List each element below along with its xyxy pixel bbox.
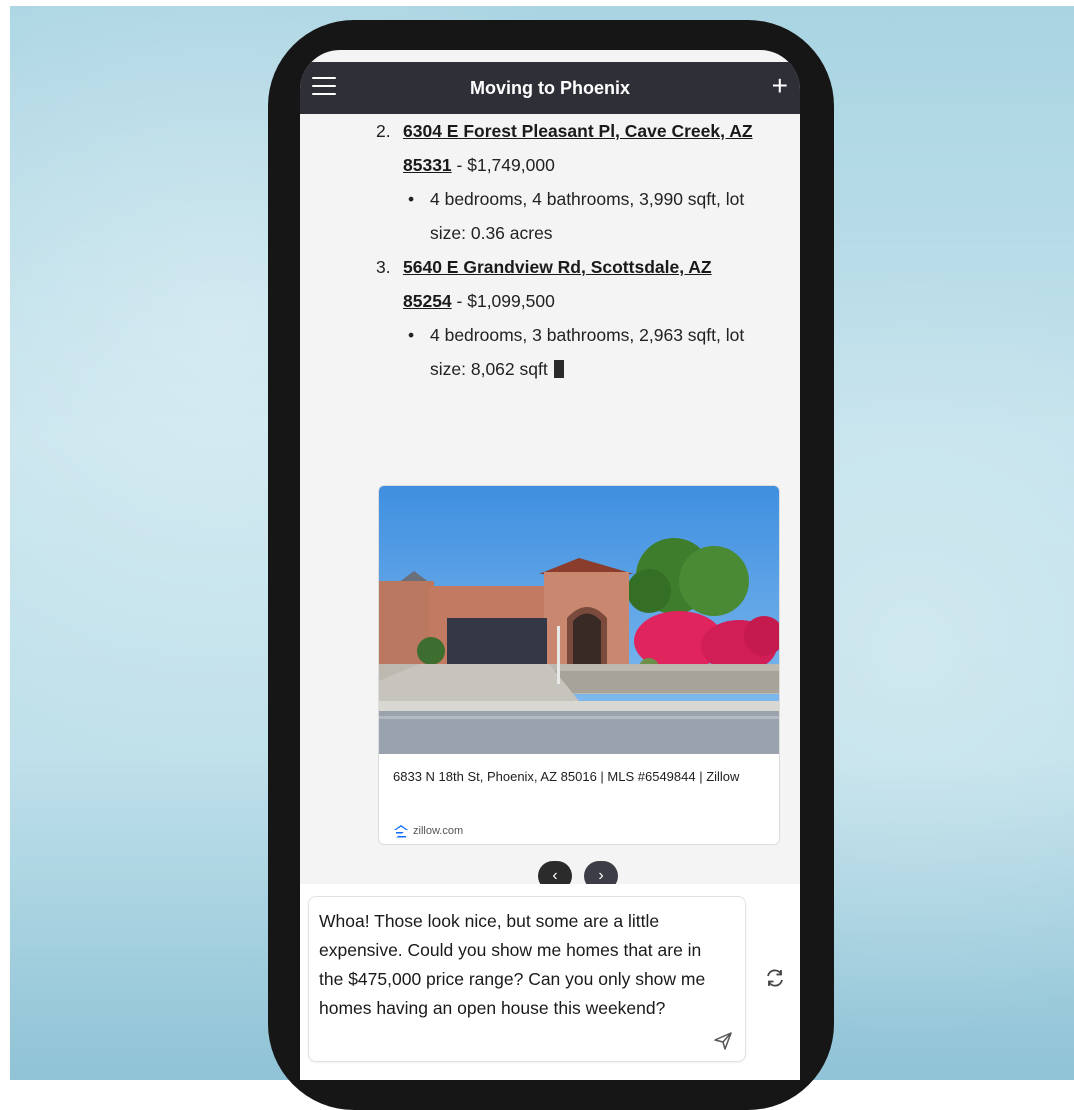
send-icon[interactable] (713, 1031, 733, 1051)
listing-address-link[interactable]: 5640 E Grandview Rd, Scottsdale, AZ (403, 257, 712, 277)
list-item-cont: 85254 - $1,099,500 (376, 284, 776, 318)
composer: Whoa! Those look nice, but some are a li… (300, 884, 800, 1080)
house-photo (379, 486, 779, 754)
listing-card[interactable]: 6833 N 18th St, Phoenix, AZ 85016 | MLS … (378, 485, 780, 845)
message-input-text[interactable]: Whoa! Those look nice, but some are a li… (319, 907, 719, 1023)
message-input[interactable]: Whoa! Those look nice, but some are a li… (308, 896, 746, 1062)
list-item-cont: 85331 - $1,749,000 (376, 148, 776, 182)
details-line: 4 bedrooms, 3 bathrooms, 2,963 sqft, lot (430, 325, 745, 345)
bullet-dot: • (408, 189, 415, 209)
zillow-logo-icon (394, 825, 408, 838)
listing-address-link[interactable]: 6304 E Forest Pleasant Pl, Cave Creek, A… (403, 121, 753, 141)
chat-messages: 2. 6304 E Forest Pleasant Pl, Cave Creek… (300, 114, 800, 934)
phone-screen: Moving to Phoenix + 2. 6304 E Forest Ple… (300, 50, 800, 1080)
typing-cursor (553, 360, 564, 378)
refresh-icon[interactable] (764, 967, 786, 989)
plus-icon[interactable]: + (772, 72, 788, 100)
list-item: 2. 6304 E Forest Pleasant Pl, Cave Creek… (376, 114, 776, 148)
details-line: size: 0.36 acres (430, 223, 553, 243)
details-line: 4 bedrooms, 4 bathrooms, 3,990 sqft, lot (430, 189, 745, 209)
listing-details-cont: size: 8,062 sqft (408, 352, 780, 386)
listing-price: - $1,099,500 (451, 291, 555, 311)
list-number: 2. (376, 121, 391, 141)
listing-details-cont: size: 0.36 acres (408, 216, 780, 250)
card-caption: 6833 N 18th St, Phoenix, AZ 85016 | MLS … (393, 769, 740, 784)
details-line: size: 8,062 sqft (430, 359, 548, 379)
listing-details: • 4 bedrooms, 4 bathrooms, 3,990 sqft, l… (408, 182, 780, 216)
listing-price: - $1,749,000 (451, 155, 555, 175)
card-source[interactable]: zillow.com (393, 814, 464, 844)
listing-details: • 4 bedrooms, 3 bathrooms, 2,963 sqft, l… (408, 318, 780, 352)
source-label: zillow.com (413, 825, 464, 837)
list-number: 3. (376, 257, 391, 277)
chat-title: Moving to Phoenix (470, 78, 630, 98)
listing-zip-link[interactable]: 85331 (403, 155, 452, 175)
listing-zip-link[interactable]: 85254 (403, 291, 452, 311)
top-bar: Moving to Phoenix + (300, 62, 800, 114)
bullet-dot: • (408, 325, 415, 345)
list-item: 3. 5640 E Grandview Rd, Scottsdale, AZ (376, 250, 776, 284)
